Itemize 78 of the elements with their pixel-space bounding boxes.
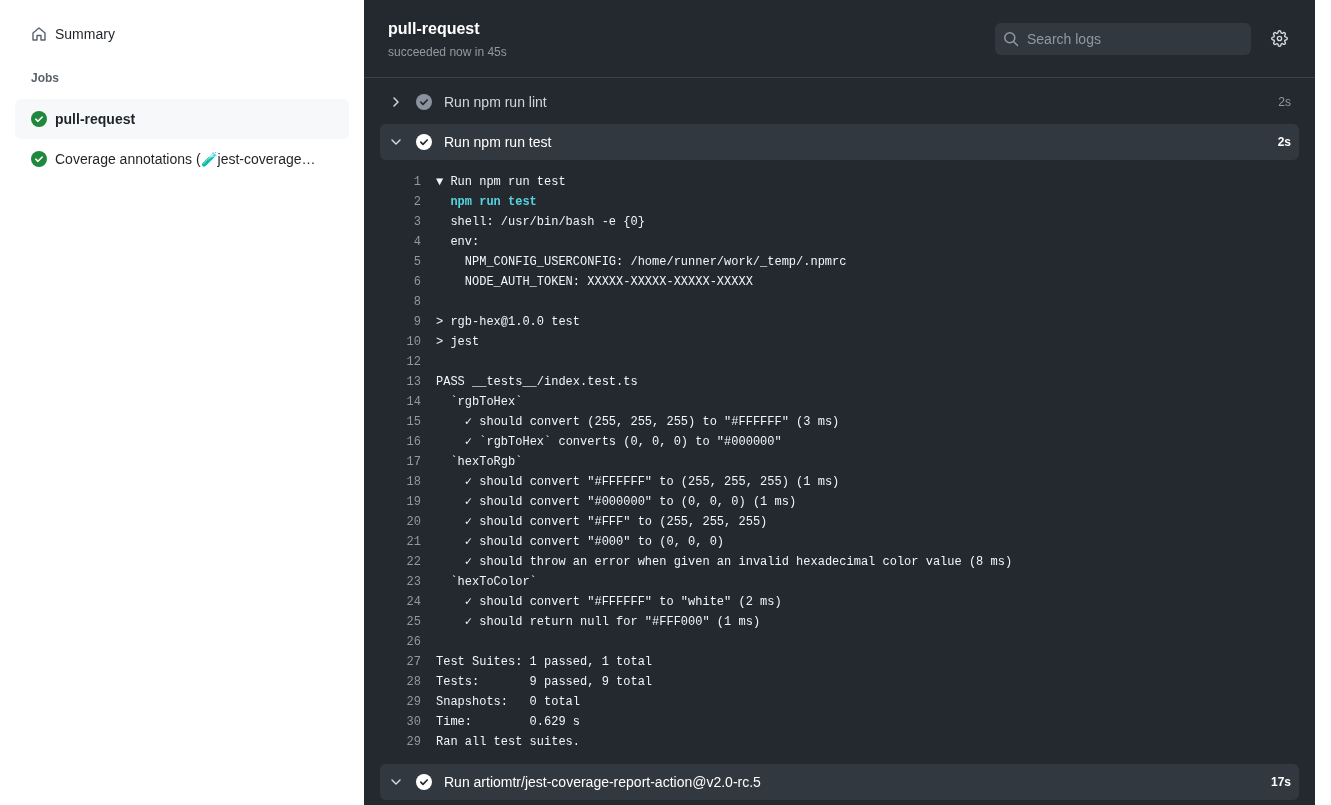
line-number: 9	[412, 314, 421, 331]
step-row[interactable]: Run npm run test 2s	[380, 124, 1299, 160]
check-circle-icon	[416, 774, 432, 790]
log-line: ▼ Run npm run test	[436, 174, 566, 191]
log-line: ✓ should convert "#000" to (0, 0, 0)	[463, 534, 725, 551]
log-line: `hexToColor`	[449, 574, 537, 591]
line-number: 25	[405, 614, 421, 631]
success-check-icon	[31, 111, 47, 127]
log-line: Snapshots: 0 total	[436, 694, 581, 711]
step-duration: 2s	[1278, 94, 1291, 111]
line-number: 24	[405, 594, 421, 611]
log-line: Ran all test suites.	[436, 734, 581, 751]
settings-icon	[1270, 30, 1288, 47]
line-number: 14	[405, 394, 421, 411]
log-line: ✓ should convert "#000000" to (0, 0, 0) (1 ms)	[463, 494, 797, 511]
line-number: 4	[412, 234, 421, 251]
check-circle-icon	[416, 134, 432, 150]
section-heading: Jobs	[30, 70, 60, 87]
line-number: 23	[405, 574, 421, 591]
line-number: 22	[405, 554, 421, 571]
line-number: 20	[405, 514, 421, 531]
summary-link[interactable]: Summary	[15, 22, 349, 46]
step-name: Run npm run lint	[444, 92, 548, 112]
line-number: 2	[412, 194, 421, 211]
line-number: 19	[405, 494, 421, 511]
log-line: npm run test	[449, 194, 537, 211]
line-number: 17	[405, 454, 421, 471]
line-number: 26	[405, 634, 421, 651]
log-line: ✓ should convert "#FFF" to (255, 255, 255)	[463, 514, 768, 531]
home-icon	[31, 26, 47, 42]
line-number: 21	[405, 534, 421, 551]
step-name: Run npm run test	[444, 132, 553, 152]
step-row[interactable]: Run artiomtr/jest-coverage-report-action@v2.0-rc.5 17s	[380, 764, 1299, 800]
search-field[interactable]: Search logs	[995, 22, 1251, 55]
log-line: ✓ `rgbToHex` converts (0, 0, 0) to "#000000"	[463, 434, 782, 451]
line-number: 18	[405, 474, 421, 491]
log-line: Time: 0.629 s	[436, 714, 581, 731]
log-line: ✓ should convert "#FFFFFF" to (255, 255, 255) (1 ms)	[463, 474, 840, 491]
step-duration: 2s	[1277, 134, 1291, 151]
check-circle-icon	[416, 94, 432, 110]
line-number: 16	[405, 434, 421, 451]
line-number: 28	[405, 674, 421, 691]
log-line: ✓ should throw an error when given an invalid hexadecimal color value (8 ms)	[463, 554, 1013, 571]
step-name: Run artiomtr/jest-coverage-report-action@v2.0-rc.5	[444, 772, 762, 792]
line-number: 1	[412, 174, 421, 191]
log-line: env:	[449, 234, 480, 251]
job-item[interactable]: pull-request	[15, 99, 349, 139]
log-line: ✓ should return null for "#FFF000" (1 ms)	[463, 614, 761, 631]
log-line: Test Suites: 1 passed, 1 total	[436, 654, 653, 671]
line-number: 13	[405, 374, 421, 391]
log-line: ✓ should convert "#FFFFFF" to "white" (2 ms)	[463, 594, 782, 611]
line-number: 29	[405, 694, 421, 711]
success-check-icon	[31, 151, 47, 167]
line-number: 5	[412, 254, 421, 271]
line-number: 6	[412, 274, 421, 291]
job-status: succeeded now in 45s	[388, 43, 507, 61]
log-line: shell: /usr/bin/bash -e {0}	[449, 214, 645, 231]
line-number: 15	[405, 414, 421, 431]
log-line: PASS __tests__/index.test.ts	[436, 374, 638, 391]
log-line: NODE_AUTH_TOKEN: XXXXX-XXXXX-XXXXX-XXXXX	[463, 274, 753, 291]
job-title: pull-request	[388, 18, 481, 39]
log-line: > jest	[436, 334, 480, 351]
line-number: 8	[412, 294, 421, 311]
search-icon	[1003, 30, 1019, 47]
log-line: NPM_CONFIG_USERCONFIG: /home/runner/work/_temp/.npmrc	[463, 254, 847, 271]
line-number: 27	[405, 654, 421, 671]
line-number: 10	[405, 334, 421, 351]
log-line: `rgbToHex`	[449, 394, 523, 411]
log-line: ✓ should convert (255, 255, 255) to "#FFFFFF" (3 ms)	[463, 414, 840, 431]
log-line: Tests: 9 passed, 9 total	[436, 674, 653, 691]
line-number: 3	[412, 214, 421, 231]
log-line: > rgb-hex@1.0.0 test	[436, 314, 581, 331]
line-number: 30	[405, 714, 421, 731]
line-number: 29	[405, 734, 421, 751]
step-duration: 17s	[1270, 774, 1291, 791]
log-line: `hexToRgb`	[449, 454, 523, 471]
line-number: 12	[405, 354, 421, 371]
step-row[interactable]: Run npm run lint 2s	[380, 84, 1299, 120]
